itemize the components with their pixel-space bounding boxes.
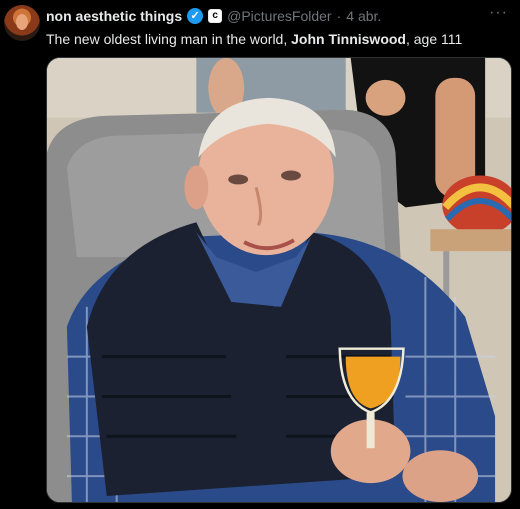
- tweet[interactable]: non aesthetic things ✓ c @PicturesFolder…: [0, 0, 520, 509]
- affiliate-badge-icon: c: [208, 9, 223, 23]
- verified-badge-icon: ✓: [187, 8, 204, 24]
- tweet-text-part: , age 111: [405, 31, 463, 47]
- tweet-text-part: The new oldest living man in the world,: [46, 31, 292, 47]
- tweet-date[interactable]: 4 abr.: [346, 8, 381, 24]
- avatar[interactable]: [4, 5, 40, 41]
- tweet-photo[interactable]: [46, 57, 512, 503]
- separator-dot: ·: [336, 8, 342, 24]
- tweet-text: The new oldest living man in the world, …: [46, 30, 508, 48]
- tweet-text-bold: John Tinniswood: [291, 31, 406, 47]
- tweet-header: non aesthetic things ✓ c @PicturesFolder…: [46, 6, 508, 26]
- author-name[interactable]: non aesthetic things: [46, 8, 182, 24]
- table: [430, 229, 511, 252]
- eye-right: [280, 170, 301, 181]
- author-handle[interactable]: @PicturesFolder: [227, 8, 331, 24]
- other-hand: [402, 450, 479, 502]
- more-options-icon[interactable]: ···: [489, 4, 508, 22]
- ear: [184, 165, 209, 210]
- eye-left: [228, 174, 249, 185]
- background-woman-hand: [365, 79, 406, 116]
- glass-stem: [366, 412, 375, 449]
- photo-illustration: [47, 58, 511, 502]
